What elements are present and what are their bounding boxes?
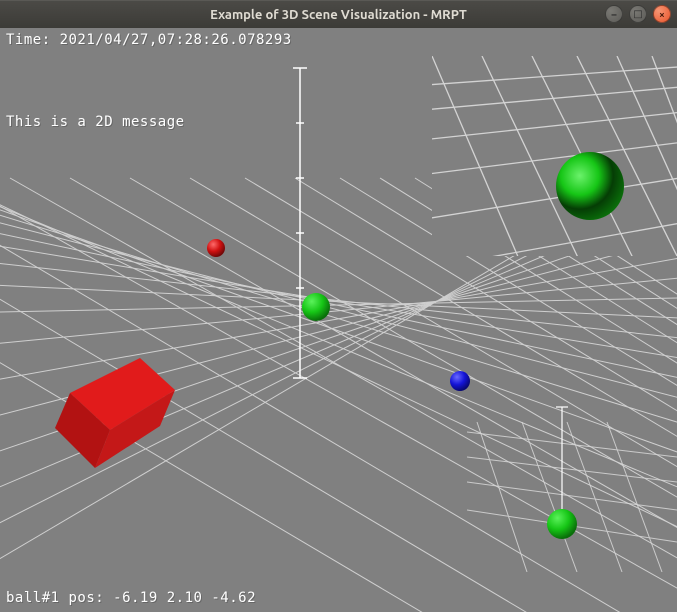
minimize-button[interactable]: – — [605, 5, 623, 23]
blue-sphere — [450, 371, 470, 391]
inset-scene — [432, 56, 677, 256]
maximize-icon: □ — [633, 8, 642, 20]
inset-green-sphere — [556, 152, 624, 220]
mini-green-sphere — [547, 509, 577, 539]
status-overlay: ball#1 pos: -6.19 2.10 -4.62 — [6, 590, 256, 606]
mini-viewport[interactable] — [467, 402, 677, 572]
inset-viewport[interactable] — [432, 56, 677, 256]
red-cube — [55, 358, 175, 468]
message-overlay: This is a 2D message — [6, 114, 185, 130]
time-overlay: Time: 2021/04/27,07:28:26.078293 — [6, 32, 292, 48]
window-controls: – □ × — [605, 5, 671, 23]
3d-viewport[interactable]: Time: 2021/04/27,07:28:26.078293 This is… — [0, 28, 677, 612]
red-sphere — [207, 239, 225, 257]
mini-scene — [467, 402, 677, 572]
minimize-icon: – — [612, 9, 617, 20]
maximize-button[interactable]: □ — [629, 5, 647, 23]
close-icon: × — [659, 9, 665, 20]
z-axis — [293, 68, 307, 378]
green-sphere-center — [302, 293, 330, 321]
window-title: Example of 3D Scene Visualization - MRPT — [210, 8, 467, 22]
close-button[interactable]: × — [653, 5, 671, 23]
window-titlebar: Example of 3D Scene Visualization - MRPT… — [0, 0, 677, 28]
